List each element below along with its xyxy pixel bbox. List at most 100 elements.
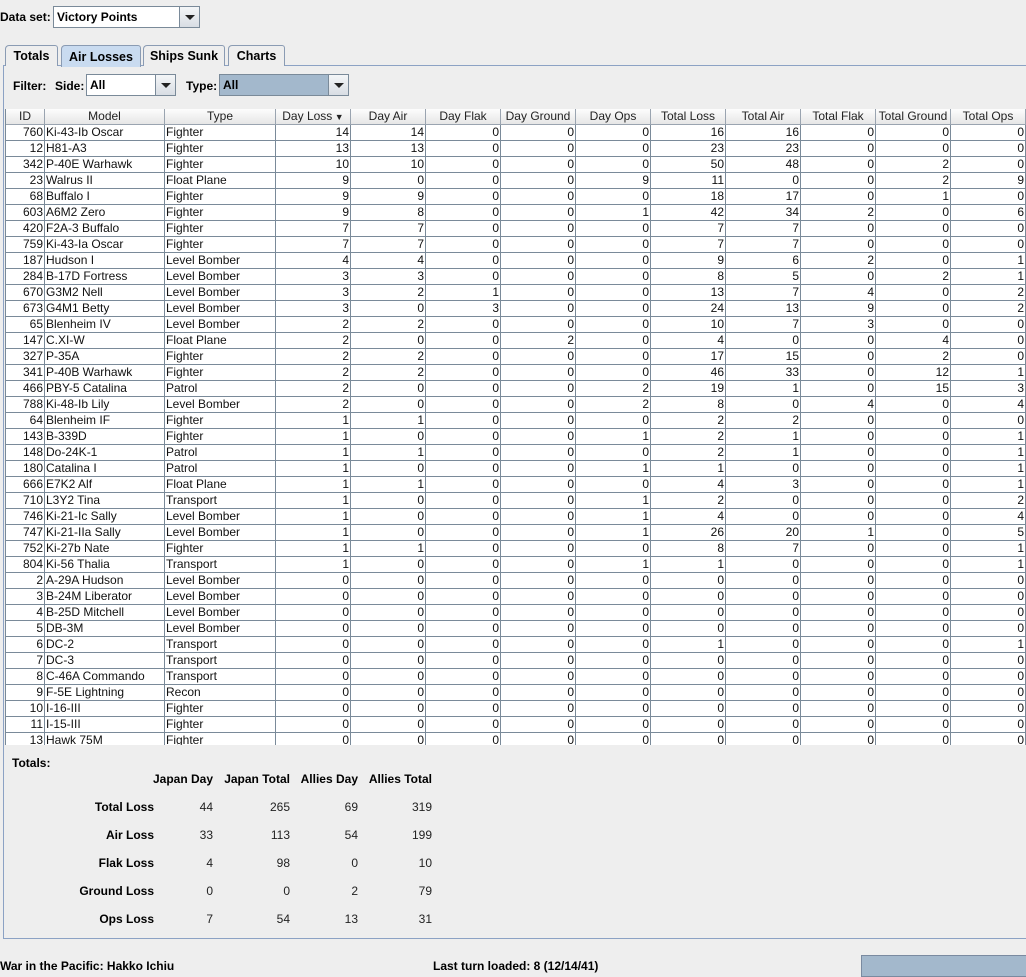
chevron-down-icon[interactable] [155,75,175,95]
table-row[interactable]: 710 L3Y2 Tina Transport 1 0 0 0 1 2 0 0 0 2 [6,493,1026,509]
column-header-type[interactable]: Type [165,109,276,125]
column-header-total-loss[interactable]: Total Loss [651,109,726,125]
cell-total-loss: 1 [651,637,726,653]
tab-charts[interactable]: Charts [228,45,285,66]
dataset-value: Victory Points [57,10,138,24]
table-row[interactable]: 10 I-16-III Fighter 0 0 0 0 0 0 0 0 0 0 [6,701,1026,717]
column-header-day-flak[interactable]: Day Flak [426,109,501,125]
cell-total-ops: 0 [951,349,1026,365]
table-row[interactable]: 4 B-25D Mitchell Level Bomber 0 0 0 0 0 0 0 0 0 0 [6,605,1026,621]
cell-day-ops: 0 [576,413,651,429]
chevron-down-icon[interactable] [179,7,199,27]
table-row[interactable]: 666 E7K2 Alf Float Plane 1 1 0 0 0 4 3 0 0 1 [6,477,1026,493]
cell-total-air: 0 [726,589,801,605]
cell-type: Fighter [165,541,276,557]
cell-total-air: 23 [726,141,801,157]
table-row[interactable]: 788 Ki-48-Ib Lily Level Bomber 2 0 0 0 2 8 0 4 0 4 [6,397,1026,413]
cell-total-ops: 4 [951,397,1026,413]
cell-total-ground: 0 [876,717,951,733]
cell-total-air: 17 [726,189,801,205]
cell-day-ground: 0 [501,237,576,253]
table-row[interactable]: 143 B-339D Fighter 1 0 0 0 1 2 1 0 0 1 [6,429,1026,445]
table-row[interactable]: 746 Ki-21-Ic Sally Level Bomber 1 0 0 0 1 4 0 0 0 4 [6,509,1026,525]
table-row[interactable]: 180 Catalina I Patrol 1 0 0 0 1 1 0 0 0 1 [6,461,1026,477]
table-row[interactable]: 7 DC-3 Transport 0 0 0 0 0 0 0 0 0 0 [6,653,1026,669]
cell-total-air: 1 [726,381,801,397]
column-header-total-ground[interactable]: Total Ground [876,109,951,125]
cell-total-ops: 0 [951,733,1026,745]
air-losses-table[interactable]: IDModelTypeDay LossDay AirDay FlakDay Gr… [5,109,1026,745]
table-row[interactable]: 673 G4M1 Betty Level Bomber 3 0 3 0 0 24 13 9 0 2 [6,301,1026,317]
table-row[interactable]: 760 Ki-43-Ib Oscar Fighter 14 14 0 0 0 16 16 0 0 0 [6,125,1026,141]
table-row[interactable]: 3 B-24M Liberator Level Bomber 0 0 0 0 0 0 0 0 0 0 [6,589,1026,605]
cell-type: Fighter [165,733,276,745]
table-row[interactable]: 2 A-29A Hudson Level Bomber 0 0 0 0 0 0 0 0 0 0 [6,573,1026,589]
cell-total-ops: 1 [951,637,1026,653]
tab-ships-sunk[interactable]: Ships Sunk [143,45,225,66]
column-header-id[interactable]: ID [6,109,45,125]
cell-day-air: 0 [351,701,426,717]
table-row[interactable]: 670 G3M2 Nell Level Bomber 3 2 1 0 0 13 7 4 0 2 [6,285,1026,301]
table-row[interactable]: 12 H81-A3 Fighter 13 13 0 0 0 23 23 0 0 0 [6,141,1026,157]
table-row[interactable]: 327 P-35A Fighter 2 2 0 0 0 17 15 0 2 0 [6,349,1026,365]
totals-row-label: Air Loss [105,828,154,842]
table-row[interactable]: 13 Hawk 75M Fighter 0 0 0 0 0 0 0 0 0 0 [6,733,1026,745]
cell-total-flak: 0 [801,541,876,557]
tab-totals[interactable]: Totals [5,45,58,66]
column-header-day-ops[interactable]: Day Ops [576,109,651,125]
table-row[interactable]: 11 I-15-III Fighter 0 0 0 0 0 0 0 0 0 0 [6,717,1026,733]
table-row[interactable]: 8 C-46A Commando Transport 0 0 0 0 0 0 0 0 0 0 [6,669,1026,685]
cell-total-loss: 2 [651,413,726,429]
table-row[interactable]: 341 P-40B Warhawk Fighter 2 2 0 0 0 46 33 0 12 1 [6,365,1026,381]
cell-day-flak: 0 [426,349,501,365]
cell-type: Level Bomber [165,269,276,285]
table-row[interactable]: 466 PBY-5 Catalina Patrol 2 0 0 0 2 19 1 0 15 3 [6,381,1026,397]
table-row[interactable]: 23 Walrus II Float Plane 9 0 0 0 9 11 0 0 2 9 [6,173,1026,189]
column-header-day-loss[interactable]: Day Loss [276,109,351,125]
table-row[interactable]: 187 Hudson I Level Bomber 4 4 0 0 0 9 6 2 0 1 [6,253,1026,269]
table-row[interactable]: 147 C.XI-W Float Plane 2 0 0 2 0 4 0 0 4 0 [6,333,1026,349]
table-row[interactable]: 6 DC-2 Transport 0 0 0 0 0 1 0 0 0 1 [6,637,1026,653]
table-row[interactable]: 5 DB-3M Level Bomber 0 0 0 0 0 0 0 0 0 0 [6,621,1026,637]
chevron-down-icon[interactable] [328,75,348,95]
cell-day-loss: 0 [276,573,351,589]
cell-total-loss: 50 [651,157,726,173]
table-row[interactable]: 804 Ki-56 Thalia Transport 1 0 0 0 1 1 0 0 0 1 [6,557,1026,573]
cell-total-loss: 16 [651,125,726,141]
table-row[interactable]: 65 Blenheim IV Level Bomber 2 2 0 0 0 10 7 3 0 0 [6,317,1026,333]
cell-total-loss: 0 [651,669,726,685]
table-row[interactable]: 759 Ki-43-Ia Oscar Fighter 7 7 0 0 0 7 7 0 0 0 [6,237,1026,253]
column-header-day-ground[interactable]: Day Ground [501,109,576,125]
cell-total-ops: 1 [951,477,1026,493]
cell-total-ops: 1 [951,429,1026,445]
tab-air-losses[interactable]: Air Losses [61,45,141,67]
cell-id: 2 [6,573,45,589]
cell-type: Patrol [165,445,276,461]
column-header-total-flak[interactable]: Total Flak [801,109,876,125]
cell-total-air: 20 [726,525,801,541]
table-row[interactable]: 603 A6M2 Zero Fighter 9 8 0 0 1 42 34 2 0 6 [6,205,1026,221]
table-row[interactable]: 342 P-40E Warhawk Fighter 10 10 0 0 0 50 48 0 2 0 [6,157,1026,173]
column-header-total-ops[interactable]: Total Ops [951,109,1026,125]
cell-total-ground: 0 [876,445,951,461]
column-header-model[interactable]: Model [45,109,165,125]
column-header-total-air[interactable]: Total Air [726,109,801,125]
dataset-select[interactable]: Victory Points [53,6,200,28]
cell-day-ops: 0 [576,237,651,253]
table-row[interactable]: 420 F2A-3 Buffalo Fighter 7 7 0 0 0 7 7 0 0 0 [6,221,1026,237]
table-row[interactable]: 68 Buffalo I Fighter 9 9 0 0 0 18 17 0 1 0 [6,189,1026,205]
cell-total-ops: 2 [951,285,1026,301]
table-row[interactable]: 9 F-5E Lightning Recon 0 0 0 0 0 0 0 0 0 0 [6,685,1026,701]
table-row[interactable]: 64 Blenheim IF Fighter 1 1 0 0 0 2 2 0 0 0 [6,413,1026,429]
type-select[interactable]: All [219,74,349,96]
cell-day-air: 3 [351,269,426,285]
column-header-day-air[interactable]: Day Air [351,109,426,125]
side-select[interactable]: All [86,74,176,96]
table-row[interactable]: 148 Do-24K-1 Patrol 1 1 0 0 0 2 1 0 0 1 [6,445,1026,461]
cell-total-air: 0 [726,637,801,653]
table-row[interactable]: 284 B-17D Fortress Level Bomber 3 3 0 0 0 8 5 0 2 1 [6,269,1026,285]
cell-day-flak: 0 [426,653,501,669]
table-row[interactable]: 752 Ki-27b Nate Fighter 1 1 0 0 0 8 7 0 0 1 [6,541,1026,557]
cell-total-ops: 1 [951,269,1026,285]
table-row[interactable]: 747 Ki-21-IIa Sally Level Bomber 1 0 0 0 1 26 20 1… [6,525,1026,541]
